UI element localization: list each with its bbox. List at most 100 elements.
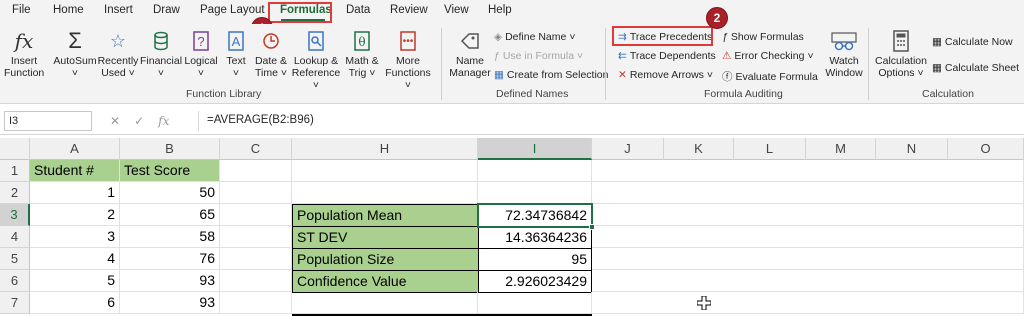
column-header-j[interactable]: J <box>592 138 664 160</box>
cells-j6-o6[interactable] <box>592 270 1024 292</box>
calculate-sheet-button[interactable]: ▦ Calculate Sheet <box>932 62 1019 74</box>
cell-i4[interactable]: 14.36364236 <box>478 226 592 249</box>
trace-dependents-button[interactable]: ⇇ Trace Dependents <box>618 50 716 62</box>
calculation-options-button[interactable]: Calculation Options ˅ <box>874 30 928 79</box>
financial-button[interactable]: Financial ˅ <box>140 30 182 79</box>
cell-c3[interactable] <box>220 204 292 226</box>
date-time-button[interactable]: Date & Time ˅ <box>252 30 290 79</box>
cell-b4[interactable]: 58 <box>120 226 220 248</box>
recently-used-button[interactable]: ☆ Recently Used ˅ <box>96 30 140 79</box>
cells-j4-o4[interactable] <box>592 226 1024 248</box>
name-manager-button[interactable]: Name Manager <box>448 30 492 79</box>
tab-help[interactable]: Help <box>488 4 512 16</box>
tab-review[interactable]: Review <box>390 4 428 16</box>
column-header-a[interactable]: A <box>30 138 120 160</box>
define-name-button[interactable]: ◈ Define Name ˅ <box>494 31 576 43</box>
text-button[interactable]: A Text ˅ <box>222 30 250 79</box>
cell-b6[interactable]: 93 <box>120 270 220 292</box>
cell-a7[interactable]: 6 <box>30 292 120 314</box>
calculate-now-button[interactable]: ▦ Calculate Now <box>932 36 1013 48</box>
cell-a6[interactable]: 5 <box>30 270 120 292</box>
cells-j5-o5[interactable] <box>592 248 1024 270</box>
cell-b2[interactable]: 50 <box>120 182 220 204</box>
ribbon-separator <box>868 28 869 100</box>
row-header-6[interactable]: 6 <box>0 270 30 292</box>
row-header-7[interactable]: 7 <box>0 292 30 314</box>
tab-page-layout[interactable]: Page Layout <box>200 4 265 16</box>
tab-insert[interactable]: Insert <box>104 4 133 16</box>
cell-c1[interactable] <box>220 160 292 182</box>
cell-i2[interactable] <box>478 182 592 204</box>
formula-input[interactable]: =AVERAGE(B2:B96) <box>198 111 1020 131</box>
column-header-k[interactable]: K <box>664 138 734 160</box>
logical-button[interactable]: ? Logical ˅ <box>182 30 220 79</box>
column-header-n[interactable]: N <box>876 138 948 160</box>
cell-b3[interactable]: 65 <box>120 204 220 226</box>
cell-a4[interactable]: 3 <box>30 226 120 248</box>
column-header-l[interactable]: L <box>734 138 806 160</box>
cell-c2[interactable] <box>220 182 292 204</box>
cell-h7[interactable] <box>292 292 478 314</box>
cell-i6[interactable]: 2.926023429 <box>478 270 592 293</box>
cell-a1[interactable]: Student # <box>30 160 120 182</box>
enter-icon[interactable]: ✓ <box>134 114 144 128</box>
cells-j3-o3[interactable] <box>592 204 1024 226</box>
cell-h4[interactable]: ST DEV <box>292 226 479 249</box>
cell-c7[interactable] <box>220 292 292 314</box>
cells-j1-o1[interactable] <box>592 160 1024 182</box>
more-functions-button[interactable]: ••• More Functions ˅ <box>382 30 434 91</box>
cell-i1[interactable] <box>478 160 592 182</box>
row-header-3[interactable]: 3 <box>0 204 30 226</box>
lookup-reference-button[interactable]: Lookup & Reference ˅ <box>290 30 342 91</box>
tab-data[interactable]: Data <box>346 4 370 16</box>
cell-i7[interactable] <box>478 292 592 314</box>
column-header-m[interactable]: M <box>806 138 876 160</box>
use-in-formula-button[interactable]: ƒ Use in Formula ˅ <box>494 50 583 62</box>
remove-arrows-button[interactable]: ✕ Remove Arrows ˅ <box>618 69 713 81</box>
column-header-b[interactable]: B <box>120 138 220 160</box>
row-header-5[interactable]: 5 <box>0 248 30 270</box>
cell-a5[interactable]: 4 <box>30 248 120 270</box>
row-header-4[interactable]: 4 <box>0 226 30 248</box>
tab-draw[interactable]: Draw <box>153 4 180 16</box>
cell-h1[interactable] <box>292 160 478 182</box>
calculate-sheet-icon: ▦ <box>932 62 942 74</box>
watch-window-button[interactable]: Watch Window <box>822 30 866 79</box>
cell-h5[interactable]: Population Size <box>292 248 479 271</box>
column-header-c[interactable]: C <box>220 138 292 160</box>
tab-view[interactable]: View <box>444 4 469 16</box>
cell-c6[interactable] <box>220 270 292 292</box>
column-header-h[interactable]: H <box>292 138 478 160</box>
row-header-1[interactable]: 1 <box>0 160 30 182</box>
cell-h3[interactable]: Population Mean <box>292 204 479 227</box>
fill-handle[interactable] <box>589 224 595 230</box>
math-trig-button[interactable]: θ Math & Trig ˅ <box>342 30 382 79</box>
column-header-o[interactable]: O <box>948 138 1024 160</box>
select-all-corner[interactable] <box>0 138 30 160</box>
row-header-2[interactable]: 2 <box>0 182 30 204</box>
cell-h2[interactable] <box>292 182 478 204</box>
name-box[interactable]: I3 <box>4 111 92 131</box>
cells-j2-o2[interactable] <box>592 182 1024 204</box>
fx-icon[interactable]: fx <box>158 114 169 128</box>
insert-function-button[interactable]: fx Insert Function <box>4 30 44 79</box>
cell-i5[interactable]: 95 <box>478 248 592 271</box>
cell-h6[interactable]: Confidence Value <box>292 270 479 293</box>
create-from-selection-button[interactable]: ▦ Create from Selection <box>494 69 608 81</box>
column-header-i[interactable]: I <box>478 138 592 160</box>
tab-home[interactable]: Home <box>53 4 84 16</box>
show-formulas-button[interactable]: ƒ Show Formulas <box>722 31 804 43</box>
cells-j7-o7[interactable] <box>592 292 1024 314</box>
cancel-icon[interactable]: ✕ <box>110 114 120 128</box>
tab-file[interactable]: File <box>12 4 31 16</box>
cell-a3[interactable]: 2 <box>30 204 120 226</box>
cell-b1[interactable]: Test Score <box>120 160 220 182</box>
cell-c5[interactable] <box>220 248 292 270</box>
cell-c4[interactable] <box>220 226 292 248</box>
cell-a2[interactable]: 1 <box>30 182 120 204</box>
autosum-button[interactable]: Σ AutoSum ˅ <box>52 30 98 80</box>
cell-b7[interactable]: 93 <box>120 292 220 314</box>
error-checking-button[interactable]: ⚠ Error Checking ˅ <box>722 50 814 62</box>
evaluate-formula-button[interactable]: ⓕ Evaluate Formula <box>722 69 818 84</box>
cell-b5[interactable]: 76 <box>120 248 220 270</box>
